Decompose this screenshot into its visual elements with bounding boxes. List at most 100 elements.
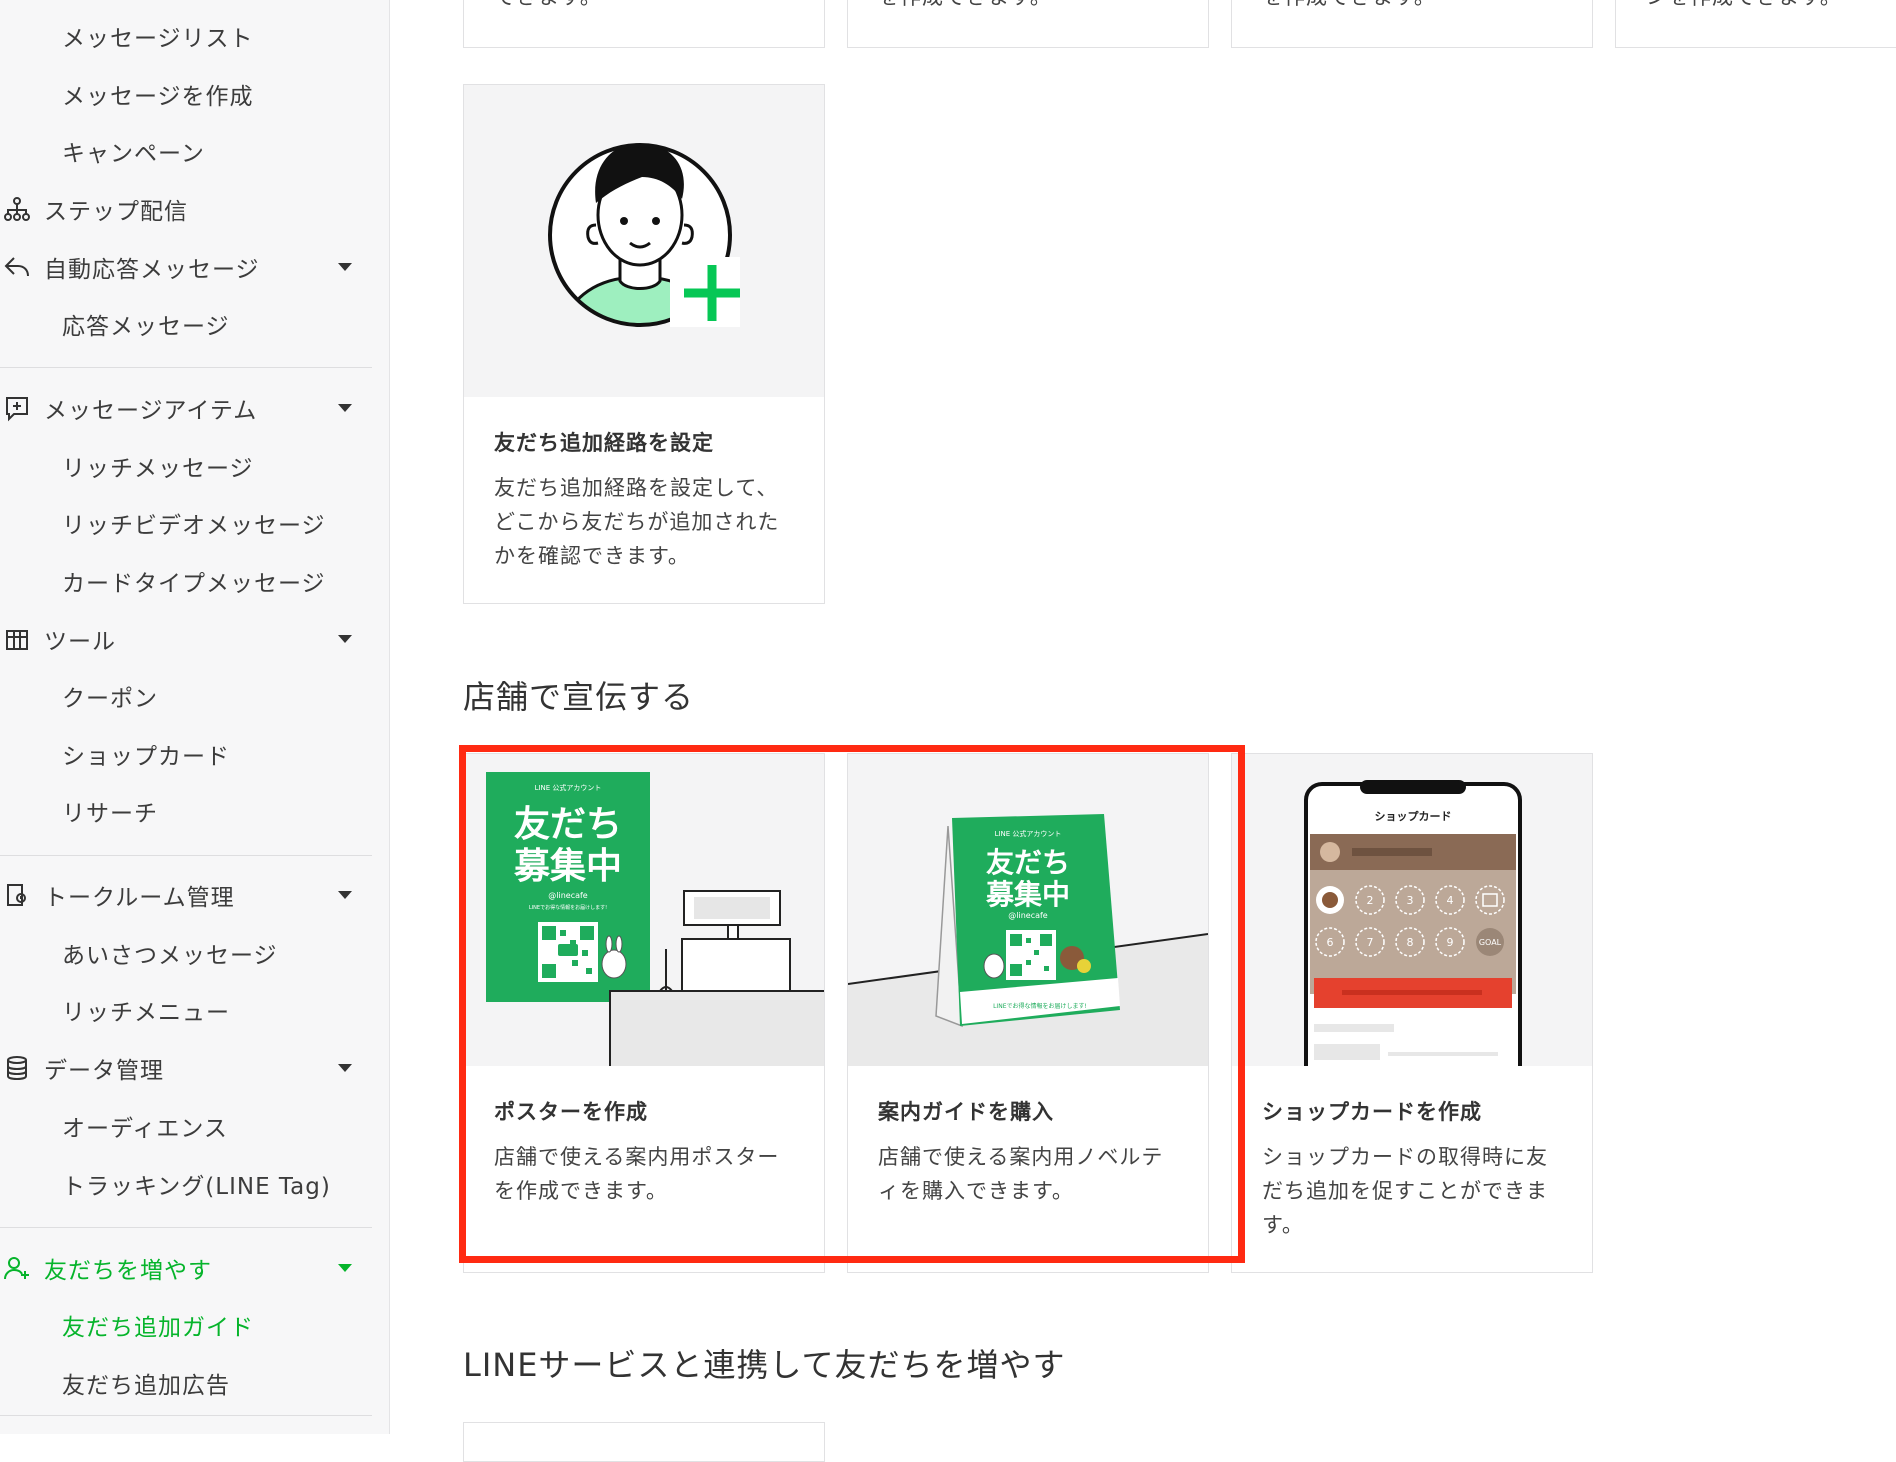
stamp-label: 4 xyxy=(1447,894,1454,907)
card-illustration: LINE 公式アカウント 友だち 募集中 @linecafe LINEでお得な情… xyxy=(848,754,1208,1066)
feature-card[interactable]: できます。 xyxy=(463,0,825,48)
card-description: ショップカードの取得時に友だち追加を促すことができます。 xyxy=(1262,1145,1548,1237)
card-description: ンを作成できます。 xyxy=(1646,0,1842,11)
poster-counter-illustration: LINE 公式アカウント 友だち 募集中 @linecafe LINEでお得な情… xyxy=(486,772,824,1066)
feature-card[interactable] xyxy=(463,1422,825,1462)
sidebar-item-label: 友だちを増やす xyxy=(44,1258,212,1284)
poster-handle: @linecafe xyxy=(548,891,588,900)
poster-card[interactable]: LINE 公式アカウント 友だち 募集中 @linecafe LINEでお得な情… xyxy=(463,753,825,1273)
sidebar-item-label: 応答メッセージ xyxy=(62,314,230,340)
reply-arrow-icon xyxy=(2,252,32,282)
chevron-down-icon xyxy=(338,404,352,412)
step-delivery-icon xyxy=(2,194,32,224)
sidebar-item-label: キャンペーン xyxy=(62,141,205,167)
sidebar-divider xyxy=(0,367,372,368)
sidebar-item-research[interactable]: リサーチ xyxy=(0,791,372,831)
card-title: ショップカードを作成 xyxy=(1262,1100,1482,1124)
sidebar-item-rich-message[interactable]: リッチメッセージ xyxy=(0,446,372,486)
sidebar-item-increase-friends[interactable]: 友だちを増やす xyxy=(0,1248,372,1288)
friend-route-card[interactable]: 友だち追加経路を設定 友だち追加経路を設定して、どこから友だちが追加されたかを確… xyxy=(463,84,825,604)
sidebar-item-label: リッチメニュー xyxy=(62,1000,230,1026)
guide-headline-2: 募集中 xyxy=(985,878,1070,911)
sidebar-divider xyxy=(0,1227,372,1228)
poster-note: LINEでお得な情報をお届けします! xyxy=(529,904,607,911)
sidebar-item-label: 友だち追加ガイド xyxy=(62,1315,254,1341)
sidebar-item-label: ショップカード xyxy=(62,744,230,770)
card-illustration: LINE 公式アカウント 友だち 募集中 @linecafe LINEでお得な情… xyxy=(464,754,824,1066)
chevron-down-icon xyxy=(338,1264,352,1272)
sidebar-item-message-items[interactable]: メッセージアイテム xyxy=(0,388,372,428)
sidebar-item-tracking[interactable]: トラッキング(LINE Tag) xyxy=(0,1164,372,1204)
database-icon xyxy=(2,1053,32,1083)
sidebar-item-rich-video-message[interactable]: リッチビデオメッセージ xyxy=(0,503,372,543)
card-title: ポスターを作成 xyxy=(494,1100,648,1124)
sidebar-item-label: メッセージアイテム xyxy=(44,398,258,424)
card-title: 友だち追加経路を設定 xyxy=(494,431,714,455)
stamp-label: 7 xyxy=(1367,936,1374,949)
sidebar-item-auto-reply[interactable]: 自動応答メッセージ xyxy=(0,247,372,287)
chevron-down-icon xyxy=(338,263,352,271)
feature-card[interactable]: ンを作成できます。 xyxy=(1615,0,1896,48)
card-description: 友だち追加経路を設定して、どこから友だちが追加されたかを確認できます。 xyxy=(494,476,780,568)
sidebar-item-label: あいさつメッセージ xyxy=(62,943,278,969)
stamp-label: 9 xyxy=(1447,936,1454,949)
sidebar-item-label: 友だち追加広告 xyxy=(62,1373,230,1399)
poster-headline-2: 募集中 xyxy=(513,846,622,887)
card-description: を作成できます。 xyxy=(1262,0,1436,11)
feature-card[interactable]: を作成できます。 xyxy=(847,0,1209,48)
chevron-down-icon xyxy=(338,1064,352,1072)
talk-room-icon xyxy=(2,880,32,910)
card-description: 店舗で使える案内用ポスターを作成できます。 xyxy=(494,1145,780,1203)
sidebar-item-label: データ管理 xyxy=(44,1058,164,1084)
section-heading: 店舗で宣伝する xyxy=(463,678,695,716)
guide-handle: @linecafe xyxy=(1008,911,1048,920)
sidebar-item-label: ツール xyxy=(44,629,116,655)
sidebar-item-talk-room[interactable]: トークルーム管理 xyxy=(0,875,372,915)
guide-account-text: LINE 公式アカウント xyxy=(995,829,1062,838)
message-plus-icon xyxy=(2,393,32,423)
stamp-label: 6 xyxy=(1327,936,1334,949)
sidebar-item-friend-add-guide[interactable]: 友だち追加ガイド xyxy=(0,1305,372,1345)
sidebar-divider xyxy=(0,1415,372,1416)
table-tent-illustration: LINE 公式アカウント 友だち 募集中 @linecafe LINEでお得な情… xyxy=(848,814,1208,1066)
sidebar-item-label: クーポン xyxy=(62,686,158,712)
sidebar-divider xyxy=(0,855,372,856)
sidebar-item-label: リサーチ xyxy=(62,801,158,827)
sidebar-item-campaign[interactable]: キャンペーン xyxy=(0,131,372,171)
sidebar-item-data-management[interactable]: データ管理 xyxy=(0,1048,372,1088)
sidebar-item-greeting-message[interactable]: あいさつメッセージ xyxy=(0,933,372,973)
stamp-label: 3 xyxy=(1407,894,1414,907)
sidebar-item-label: オーディエンス xyxy=(62,1116,228,1142)
sidebar-item-coupon[interactable]: クーポン xyxy=(0,676,372,716)
card-illustration xyxy=(464,85,824,397)
card-title: 案内ガイドを購入 xyxy=(878,1100,1054,1124)
stamp-label: 2 xyxy=(1367,894,1374,907)
tool-box-icon xyxy=(2,624,32,654)
sidebar-item-friend-add-ads[interactable]: 友だち追加広告 xyxy=(0,1363,372,1403)
card-description: できます。 xyxy=(494,0,602,11)
chevron-down-icon xyxy=(338,635,352,643)
guide-headline-1: 友だち xyxy=(986,846,1070,879)
sidebar-item-audience[interactable]: オーディエンス xyxy=(0,1106,372,1146)
card-description: 店舗で使える案内用ノベルティを購入できます。 xyxy=(878,1145,1164,1203)
shopcard-title: ショップカード xyxy=(1375,809,1452,823)
sidebar-item-label: 自動応答メッセージ xyxy=(44,257,260,283)
feature-card[interactable]: を作成できます。 xyxy=(1231,0,1593,48)
sidebar-item-rich-menu[interactable]: リッチメニュー xyxy=(0,990,372,1030)
sidebar-item-shop-card[interactable]: ショップカード xyxy=(0,734,372,774)
sidebar-item-label: リッチメッセージ xyxy=(62,456,254,482)
sidebar-item-label: メッセージを作成 xyxy=(62,84,254,110)
sidebar-item-label: トラッキング(LINE Tag) xyxy=(62,1174,331,1200)
sidebar-item-create-message[interactable]: メッセージを作成 xyxy=(0,74,372,114)
sidebar-item-response-message[interactable]: 応答メッセージ xyxy=(0,304,372,344)
card-illustration: ショップカード 2 3 4 6 7 8 9 GOAL xyxy=(1232,754,1592,1066)
sidebar-item-label: メッセージリスト xyxy=(62,26,254,52)
sidebar-item-tools[interactable]: ツール xyxy=(0,619,372,659)
sidebar-item-card-type-message[interactable]: カードタイプメッセージ xyxy=(0,561,372,601)
add-friend-icon xyxy=(2,1253,32,1283)
sidebar-item-message-list[interactable]: メッセージリスト xyxy=(0,16,372,56)
poster-headline-1: 友だち xyxy=(514,804,622,845)
shopcard-card[interactable]: ショップカード 2 3 4 6 7 8 9 GOAL ショップカードを作成 ショ… xyxy=(1231,753,1593,1273)
sidebar-item-step-delivery[interactable]: ステップ配信 xyxy=(0,189,372,229)
guide-card[interactable]: LINE 公式アカウント 友だち 募集中 @linecafe LINEでお得な情… xyxy=(847,753,1209,1273)
